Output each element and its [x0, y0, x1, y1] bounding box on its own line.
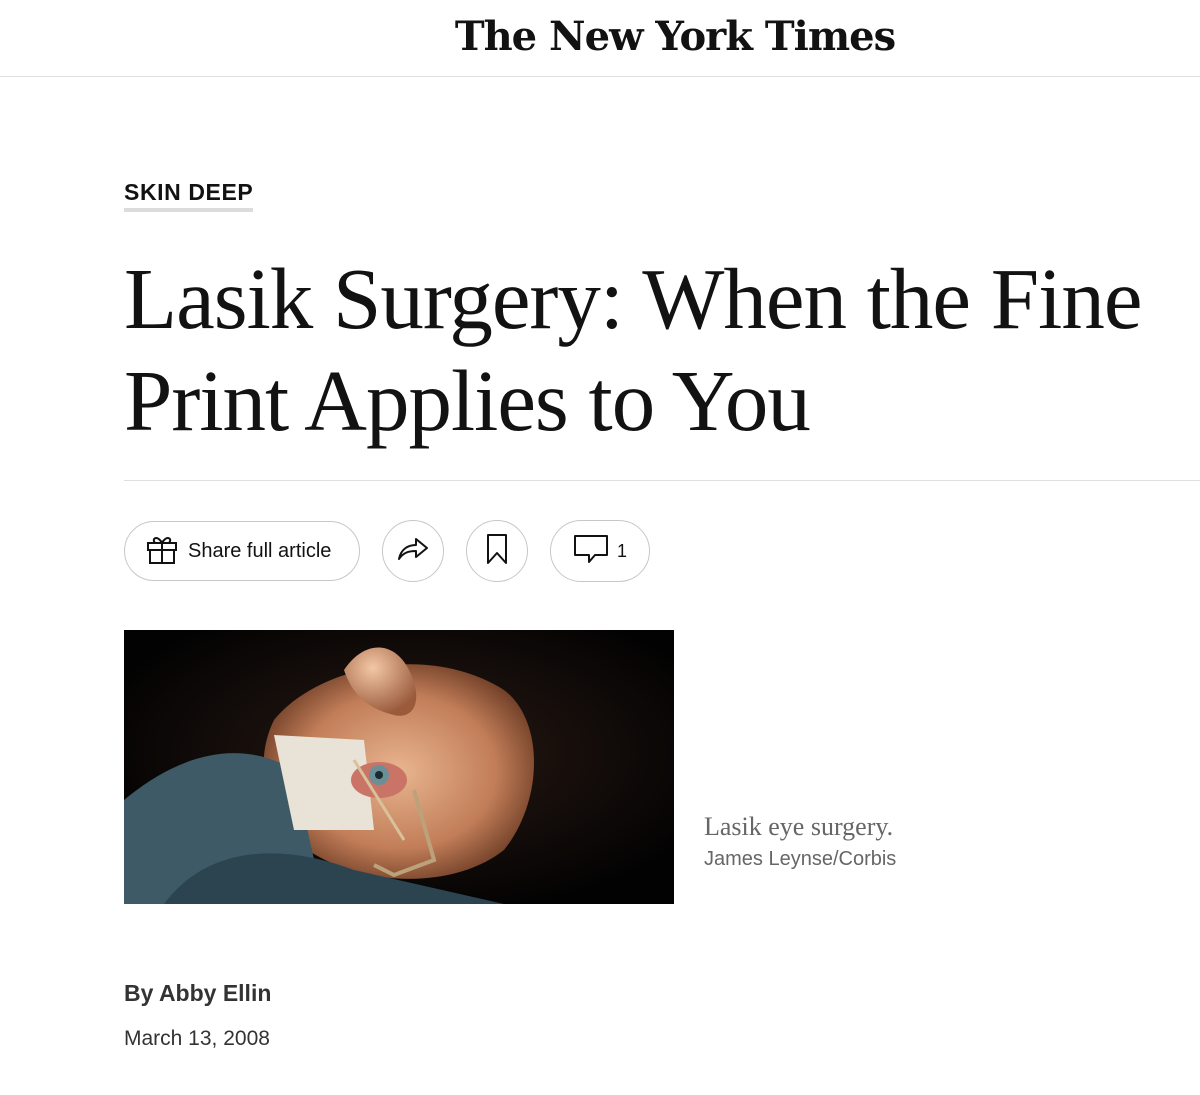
- bookmark-icon: [485, 533, 509, 570]
- publish-date: March 13, 2008: [124, 1027, 270, 1050]
- masthead: The New York Times: [0, 0, 1200, 77]
- headline: Lasik Surgery: When the Fine Print Appli…: [124, 250, 1142, 449]
- caption-text: Lasik eye surgery.: [704, 812, 894, 841]
- save-bookmark-button[interactable]: [466, 520, 528, 582]
- site-logo[interactable]: The New York Times: [455, 13, 896, 60]
- photo-credit: James Leynse/Corbis: [704, 848, 897, 870]
- article-photo: [124, 630, 674, 904]
- section-kicker[interactable]: SKIN DEEP: [124, 178, 254, 212]
- article-toolbar: Share full article 1: [124, 520, 650, 582]
- share-full-article-button[interactable]: Share full article: [124, 521, 360, 581]
- byline[interactable]: By Abby Ellin: [124, 980, 271, 1007]
- photo-caption: Lasik eye surgery. James Leynse/Corbis: [704, 812, 896, 871]
- share-button[interactable]: [382, 520, 444, 582]
- comments-button[interactable]: 1: [550, 520, 650, 582]
- lasik-surgery-photo: [124, 630, 674, 904]
- divider: [124, 480, 1200, 481]
- share-full-article-label: Share full article: [188, 539, 332, 562]
- gift-icon: [145, 532, 179, 571]
- comment-icon: [573, 533, 609, 570]
- comment-count: 1: [616, 540, 627, 561]
- share-arrow-icon: [396, 534, 430, 569]
